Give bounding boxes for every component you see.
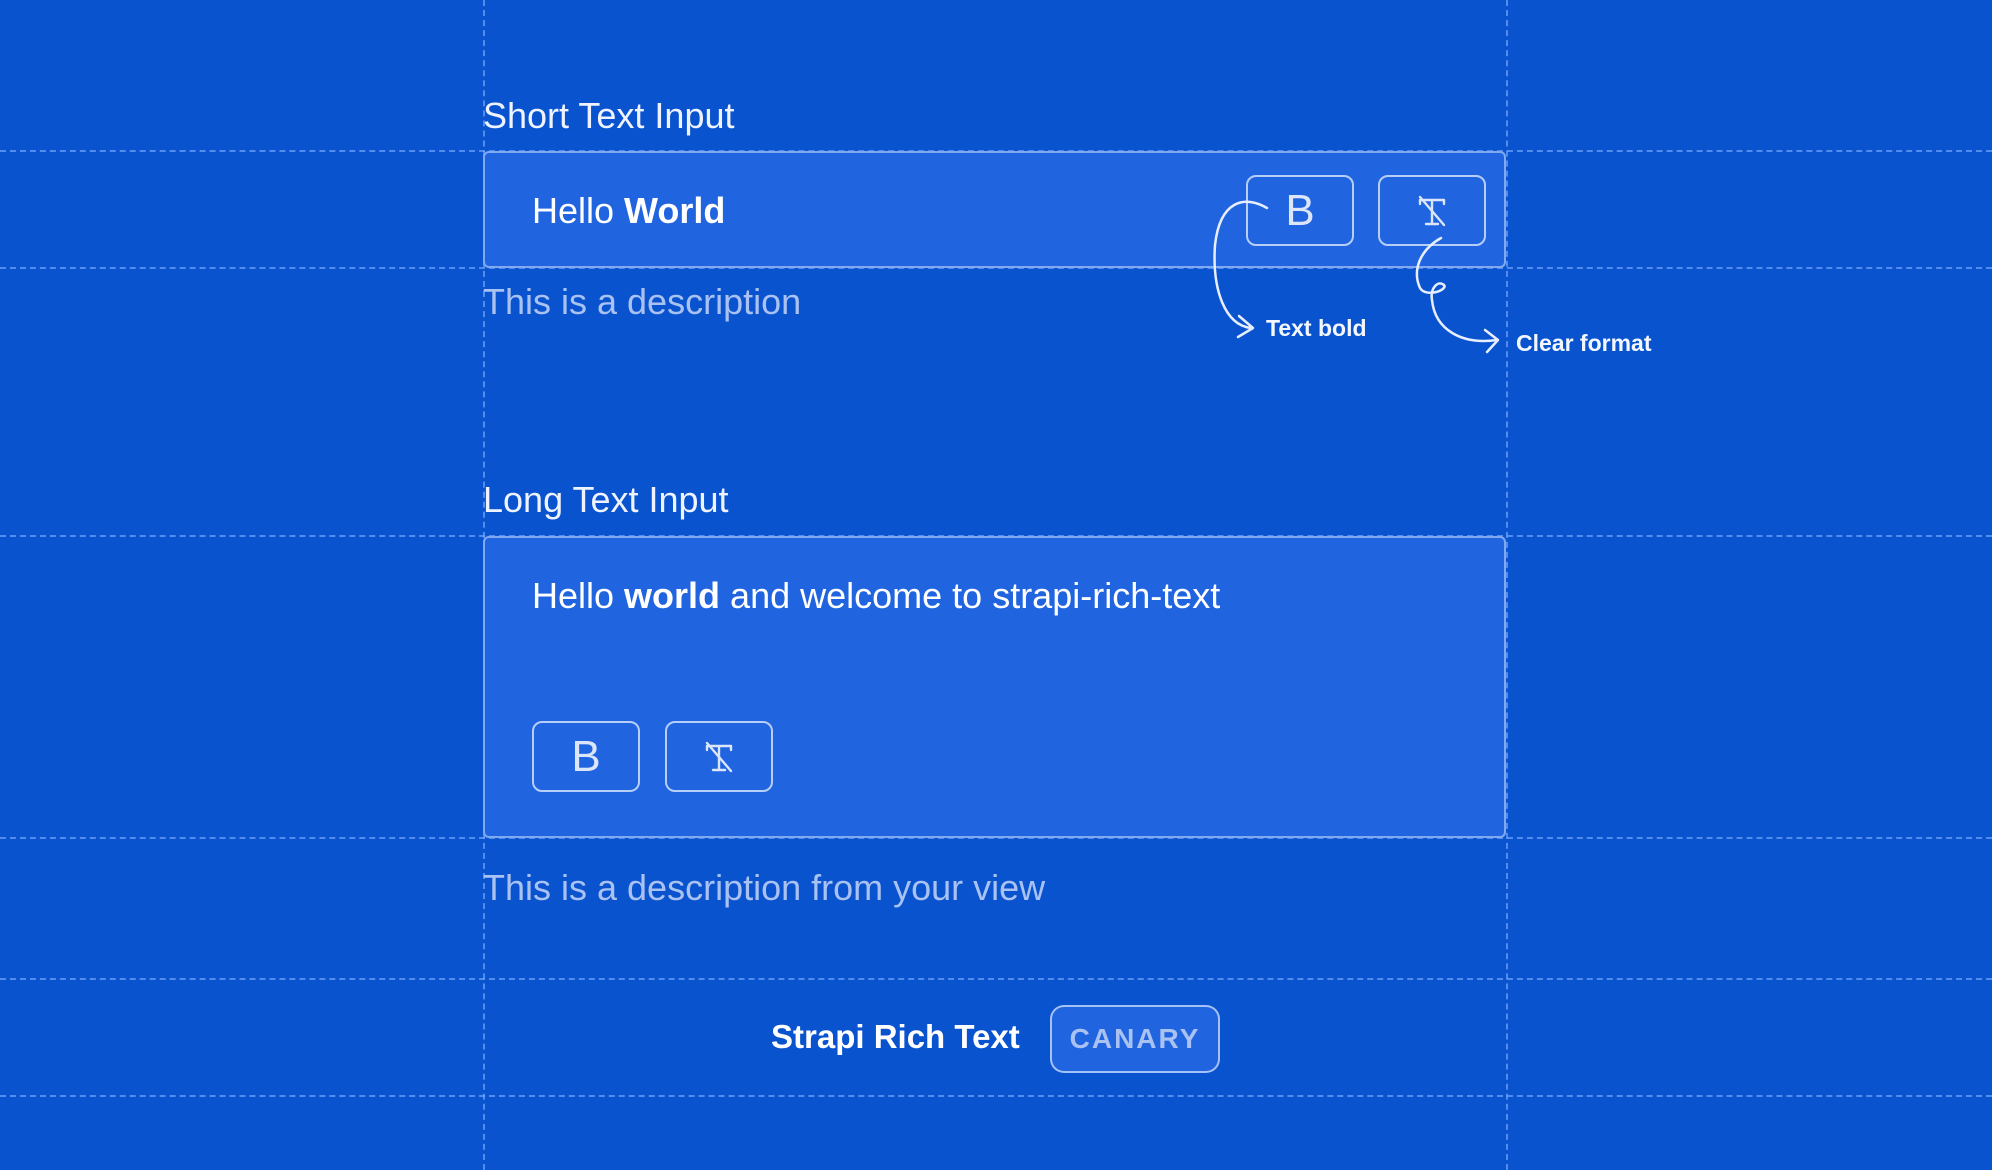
bold-icon: B: [1285, 185, 1315, 235]
long-text-input[interactable]: Hello world and welcome to strapi-rich-t…: [483, 536, 1506, 838]
clear-format-button[interactable]: [1378, 175, 1486, 246]
short-text-bold: World: [624, 190, 726, 231]
guide-line-horizontal: [0, 1095, 1992, 1097]
guide-line-horizontal: [0, 978, 1992, 980]
short-text-description: This is a description: [483, 281, 802, 322]
long-text-plain-after: and welcome to strapi-rich-text: [720, 575, 1221, 616]
clear-format-icon: [1418, 195, 1446, 226]
clear-format-icon: [705, 741, 733, 772]
bold-icon: B: [571, 731, 601, 781]
short-text-input[interactable]: Hello World B: [483, 151, 1506, 268]
bold-button[interactable]: B: [532, 721, 640, 792]
annotation-clear-format: Clear format: [1516, 330, 1652, 356]
canary-badge: CANARY: [1050, 1005, 1220, 1073]
footer-title: Strapi Rich Text: [771, 1018, 1020, 1055]
long-text-label: Long Text Input: [483, 479, 729, 520]
long-text-description: This is a description from your view: [483, 867, 1046, 908]
guide-line-vertical: [1506, 0, 1508, 1170]
short-text-plain: Hello: [532, 190, 625, 231]
short-text-content[interactable]: Hello World: [532, 191, 725, 231]
bold-button[interactable]: B: [1246, 175, 1354, 246]
long-text-plain-before: Hello: [532, 575, 625, 616]
clear-format-button[interactable]: [665, 721, 773, 792]
long-text-bold: world: [624, 575, 721, 616]
annotation-text-bold: Text bold: [1266, 315, 1367, 341]
long-text-content[interactable]: Hello world and welcome to strapi-rich-t…: [532, 576, 1220, 616]
short-text-label: Short Text Input: [483, 95, 735, 136]
